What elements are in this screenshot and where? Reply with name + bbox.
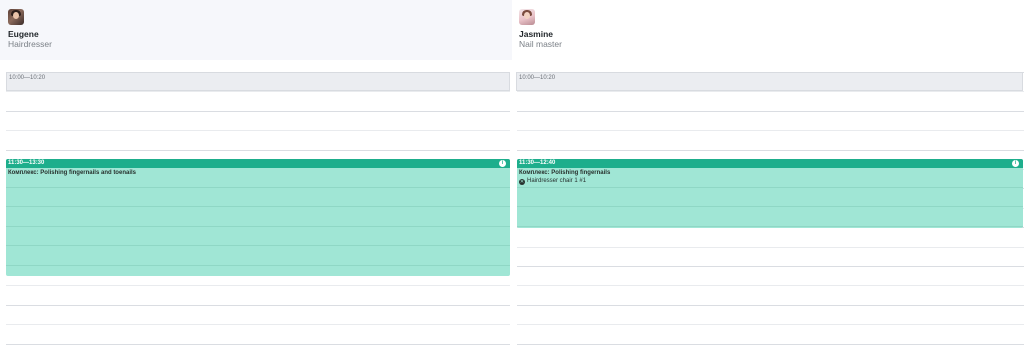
- staff-header[interactable]: Jasmine Nail master: [512, 0, 1024, 60]
- appointment-resource-label: Hairdresser chair 1 #1: [527, 178, 587, 184]
- grid-line: [6, 110, 510, 112]
- appointment-card[interactable]: 11:30—12:40 i Комплекс: Polishing finger…: [517, 159, 1023, 228]
- avatar: [8, 9, 24, 25]
- staff-name: Eugene: [8, 29, 39, 39]
- appointment-header: 11:30—12:40 i: [517, 159, 1023, 168]
- blocked-slot[interactable]: 10:00—10:20: [6, 72, 510, 91]
- grid-line: [517, 246, 1024, 248]
- grid-line: [6, 304, 510, 306]
- blocked-slot-time: 10:00—10:20: [9, 75, 46, 81]
- grid-line: [6, 324, 510, 326]
- grid-line: [6, 130, 510, 132]
- chair-icon: ✕: [519, 179, 525, 185]
- grid-line: [517, 110, 1024, 112]
- grid-line: [6, 285, 510, 287]
- blocked-slot-time: 10:00—10:20: [519, 75, 556, 81]
- blocked-slot[interactable]: 10:00—10:20: [516, 72, 1023, 91]
- grid-line: [517, 324, 1024, 326]
- appointment-slot-line: [6, 206, 510, 208]
- appointment-card[interactable]: 11:30—13:30 i Комплекс: Polishing finger…: [6, 159, 510, 276]
- staff-role: Nail master: [519, 39, 562, 49]
- appointment-header: 11:30—13:30 i: [6, 159, 510, 168]
- staff-role: Hairdresser: [8, 39, 52, 49]
- staff-column-eugene: Eugene Hairdresser 10:00—10:20 11:30—13:…: [0, 0, 512, 348]
- staff-header[interactable]: Eugene Hairdresser: [0, 0, 512, 60]
- appointment-slot-line: [6, 245, 510, 247]
- appointment-time: 11:30—12:40: [519, 160, 556, 166]
- appointment-title: Комплекс: Polishing fingernails and toen…: [8, 170, 136, 176]
- avatar: [519, 9, 535, 25]
- grid-line: [6, 343, 510, 345]
- grid-line: [517, 304, 1024, 306]
- grid-line: [6, 91, 510, 93]
- grid-line: [517, 91, 1024, 93]
- grid-line: [517, 149, 1024, 151]
- info-icon[interactable]: i: [1012, 160, 1019, 167]
- info-icon[interactable]: i: [499, 160, 506, 167]
- appointment-slot-line: [517, 206, 1023, 208]
- appointment-time: 11:30—13:30: [8, 160, 45, 166]
- staff-name: Jasmine: [519, 29, 554, 39]
- appointment-slot-line: [6, 264, 510, 266]
- appointment-slot-line: [517, 187, 1023, 188]
- appointment-title: Комплекс: Polishing fingernails: [519, 170, 611, 176]
- appointment-slot-line: [6, 225, 510, 227]
- grid-line: [517, 130, 1024, 132]
- appointment-slot-line: [517, 225, 1023, 227]
- grid-line: [517, 343, 1024, 345]
- grid-line: [517, 285, 1024, 287]
- grid-line: [517, 266, 1024, 267]
- staff-column-jasmine: Jasmine Nail master 10:00—10:20 11:30—12…: [512, 0, 1024, 348]
- appointment-slot-line: [6, 187, 510, 188]
- appointment-resource: ✕ Hairdresser chair 1 #1: [519, 178, 586, 185]
- grid-line: [6, 149, 510, 151]
